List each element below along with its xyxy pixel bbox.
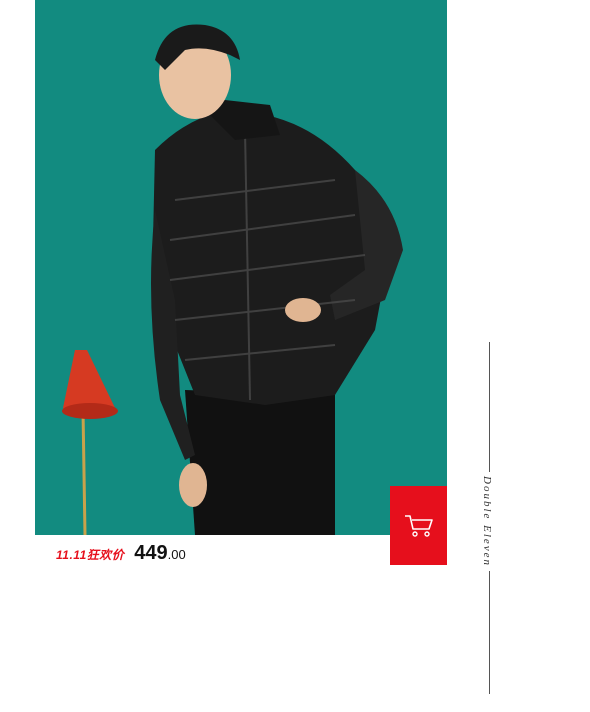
- product-photo[interactable]: [35, 0, 447, 535]
- price-row: 11.11狂欢价 449 .00: [56, 542, 186, 565]
- promo-price-label: 11.11狂欢价: [56, 548, 125, 562]
- shopping-cart-icon: [404, 514, 433, 537]
- double-eleven-text: Double Eleven: [481, 472, 493, 572]
- price-value: 449: [134, 542, 168, 564]
- price-cents: .00: [167, 547, 186, 562]
- product-image: [35, 0, 447, 535]
- add-to-cart-button[interactable]: [390, 486, 447, 565]
